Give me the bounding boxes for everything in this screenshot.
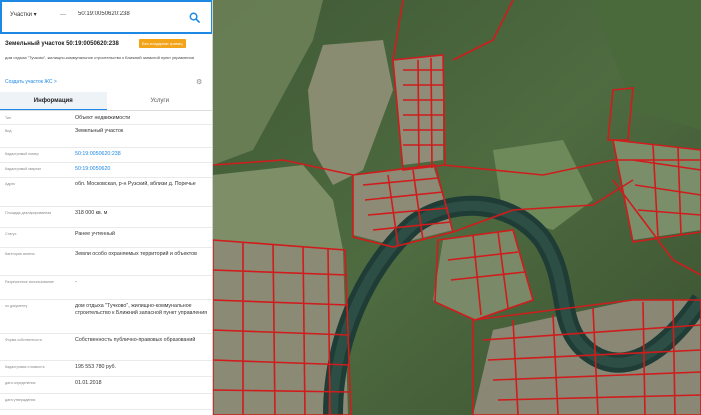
row-label: Площадь декларированная	[5, 211, 52, 215]
info-panel: Участки ▾ — Земельный участок 50:19:0050…	[0, 0, 213, 415]
row-label: Кадастровый номер	[5, 152, 39, 156]
tab-bar: Информация Услуги	[0, 92, 213, 111]
row-label: Кадастровый квартал	[5, 167, 42, 171]
row-value: Земельный участок	[75, 128, 124, 134]
table-row: Площадь декларированная 318 000 кв. м	[0, 207, 212, 228]
row-label: дата утверждения	[5, 398, 36, 402]
search-input[interactable]	[78, 11, 174, 17]
row-label: Адрес	[5, 182, 16, 186]
row-label: Кадастровая стоимость	[5, 365, 45, 369]
table-row: Адрес обл. Московская, р-н Рузский, вбли…	[0, 178, 212, 207]
row-value: обл. Московская, р-н Рузский, вблизи д. …	[75, 181, 196, 187]
satellite-map[interactable]	[213, 0, 701, 415]
table-row: Форма собственности Собственность публич…	[0, 334, 212, 361]
search-button[interactable]	[179, 2, 209, 32]
row-label: Форма собственности	[5, 338, 42, 342]
search-separator: —	[60, 12, 66, 18]
create-parcel-link[interactable]: Создать участок ЖС >	[5, 79, 57, 85]
table-row: Кадастровая стоимость 195 553 780 руб.	[0, 361, 212, 377]
table-row: Кадастровый квартал 50:19:0050620	[0, 163, 212, 178]
row-value: 318 000 кв. м	[75, 210, 108, 216]
tab-information[interactable]: Информация	[0, 92, 107, 110]
gear-icon[interactable]: ⚙	[196, 78, 202, 86]
table-row: Вид Земельный участок	[0, 125, 212, 148]
row-label: Разрешенное использование	[5, 280, 54, 284]
row-value: 01.01.2018	[75, 380, 102, 386]
search-icon	[189, 12, 200, 23]
cadastral-quarter-link[interactable]: 50:19:0050620	[75, 166, 209, 173]
row-label: Категория земель	[5, 252, 35, 256]
table-row: дата определения 01.01.2018	[0, 377, 212, 394]
cadastral-number-link[interactable]: 50:19:0050620:238	[75, 151, 209, 158]
table-row: дата утверждения	[0, 394, 212, 410]
row-value: Объект недвижимости	[75, 115, 131, 121]
parcel-address: дом отдыха "Тучково", жилищно-коммунальн…	[5, 55, 194, 60]
row-value: Ранее учтенный	[75, 231, 115, 237]
row-value: дом отдыха "Тучково", жилищно-коммунальн…	[75, 303, 208, 316]
row-value: 195 553 780 руб.	[75, 364, 117, 370]
table-row: по документу дом отдыха "Тучково", жилищ…	[0, 300, 212, 334]
row-label: Вид	[5, 129, 12, 133]
tab-services[interactable]: Услуги	[107, 92, 213, 110]
row-label: дата определения	[5, 381, 36, 385]
row-label: Статус	[5, 232, 17, 236]
search-type-select[interactable]: Участки ▾	[10, 11, 37, 18]
search-bar: Участки ▾ —	[0, 0, 212, 34]
table-row: Разрешенное использование -	[0, 276, 212, 300]
row-label: Тип	[5, 116, 11, 120]
row-value: Земли особо охраняемых территорий и объе…	[75, 251, 197, 257]
parcel-title: Земельный участок 50:19:0050620:238	[5, 41, 119, 47]
table-row: Статус Ранее учтенный	[0, 228, 212, 248]
table-row: Категория земель Земли особо охраняемых …	[0, 248, 212, 276]
table-row: Тип Объект недвижимости	[0, 112, 212, 125]
table-row: Кадастровый номер 50:19:0050620:238	[0, 148, 212, 163]
row-value: Собственность публично-правовых образова…	[75, 337, 196, 343]
map-canvas[interactable]	[213, 0, 701, 415]
row-label: по документу	[5, 304, 28, 308]
row-value: -	[75, 279, 77, 285]
status-badge: Без координат границ	[139, 39, 186, 48]
